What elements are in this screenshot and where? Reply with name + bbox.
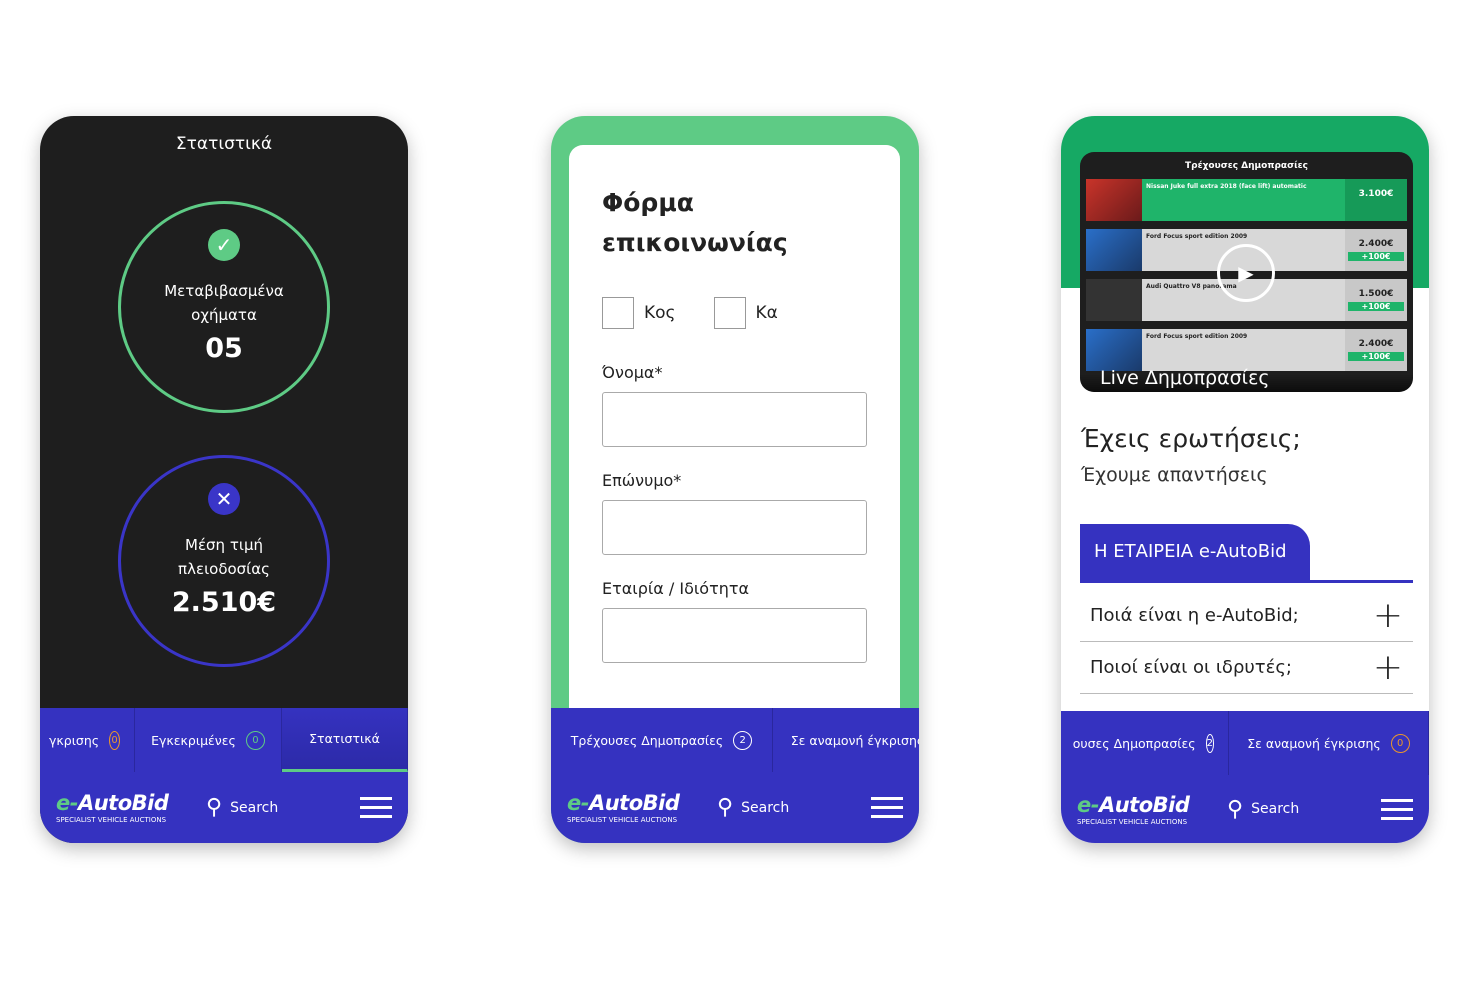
- tab-label: Στατιστικά: [309, 731, 380, 746]
- hamburger-menu-icon[interactable]: [871, 797, 903, 818]
- plus-icon[interactable]: +: [1373, 595, 1403, 636]
- listing-row: Ford Focus sport edition 2009 2.400€ +100€: [1086, 329, 1407, 371]
- tab-approved[interactable]: Εγκεκριμένες 0: [135, 708, 282, 772]
- faq-item[interactable]: Ποιοί είναι οι ιδρυτές; +: [1080, 642, 1413, 694]
- first-name-label: Όνομα*: [602, 363, 663, 382]
- video-caption: Live Δημοπρασίες: [1100, 367, 1270, 389]
- last-name-label: Επώνυμο*: [602, 471, 682, 490]
- tab-label: Σε αναμονή έγκρισης: [790, 732, 919, 748]
- tab-label: ουσες Δημοπρασίες: [1072, 735, 1196, 751]
- live-auctions-video[interactable]: Τρέχουσες Δημοπρασίες Nissan Juke full e…: [1080, 152, 1413, 392]
- tab-label: Τρέχουσες Δημοπρασίες: [570, 732, 724, 748]
- faq-category-tab[interactable]: Η ΕΤΑΙΡΕΙΑ e-AutoBid: [1080, 524, 1310, 581]
- search-button[interactable]: ⚲ Search: [1227, 797, 1381, 822]
- tab-current-auctions[interactable]: Τρέχουσες Δημοπρασίες 2: [551, 708, 773, 772]
- average-bid-value: 2.510€: [171, 587, 277, 618]
- logo[interactable]: e-AutoBid SPECIALIST VEHICLE AUCTIONS: [1077, 793, 1227, 826]
- logo[interactable]: e-AutoBid SPECIALIST VEHICLE AUCTIONS: [56, 791, 206, 824]
- transferred-label: Μεταβιβασμένα οχήματα: [164, 282, 284, 324]
- footer-bar: e-AutoBid SPECIALIST VEHICLE AUCTIONS ⚲ Se…: [40, 772, 408, 843]
- tab-bar: γκρισης 0 Εγκεκριμένες 0 Στατιστικά: [40, 708, 408, 772]
- count-badge: 0: [1390, 733, 1410, 753]
- checkbox-mr[interactable]: Κος: [602, 297, 676, 329]
- search-label: Search: [1251, 801, 1300, 817]
- form-title: Φόρμα επικοινωνίας: [602, 188, 788, 257]
- listing-row: Nissan Juke full extra 2018 (face lift) …: [1086, 179, 1407, 221]
- search-label: Search: [230, 799, 279, 816]
- tab-current-auctions[interactable]: ουσες Δημοπρασίες 2: [1061, 711, 1229, 775]
- company-input[interactable]: [602, 608, 867, 663]
- contact-form: Φόρμα επικοινωνίας Κος Κα Όνομα* Επώνυμο…: [569, 145, 900, 745]
- count-badge: 2: [1205, 733, 1214, 753]
- tab-label: Σε αναμονή έγκρισης: [1247, 735, 1381, 751]
- tab-label: γκρισης: [49, 732, 100, 748]
- check-icon: ✓: [208, 229, 240, 261]
- tab-statistics[interactable]: Στατιστικά: [282, 708, 408, 772]
- faq-heading: Έχεις ερωτήσεις;: [1081, 424, 1301, 453]
- search-icon: ⚲: [1227, 796, 1244, 822]
- count-badge: 0: [245, 730, 265, 750]
- hamburger-menu-icon[interactable]: [1381, 798, 1413, 820]
- count-badge: 2: [733, 730, 753, 750]
- search-label: Search: [741, 799, 790, 816]
- video-title: Τρέχουσες Δημοπρασίες: [1185, 161, 1308, 171]
- stats-title: Στατιστικά: [175, 134, 273, 154]
- last-name-input[interactable]: [602, 500, 867, 555]
- search-button[interactable]: ⚲ Search: [717, 795, 871, 820]
- transferred-vehicles-stat: ✓ Μεταβιβασμένα οχήματα 05: [118, 201, 330, 413]
- count-badge: 0: [109, 730, 120, 750]
- faq-subheading: Έχουμε απαντήσεις: [1081, 464, 1268, 486]
- tab-label: Εγκεκριμένες: [151, 732, 236, 748]
- first-name-input[interactable]: [602, 392, 867, 447]
- tab-pending-approval[interactable]: Σε αναμονή έγκρισης: [773, 708, 919, 772]
- contact-form-screen: Φόρμα επικοινωνίας Κος Κα Όνομα* Επώνυμο…: [551, 116, 919, 843]
- hamburger-menu-icon[interactable]: [360, 797, 392, 818]
- checkbox-ms[interactable]: Κα: [713, 297, 778, 329]
- transferred-value: 05: [205, 333, 243, 364]
- average-bid-label: Μέση τιμή πλειοδοσίας: [178, 536, 270, 578]
- footer-bar: e-AutoBid SPECIALIST VEHICLE AUCTIONS ⚲ Se…: [551, 772, 919, 843]
- faq-item[interactable]: Ποιά είναι η e-AutoBid; +: [1080, 590, 1413, 642]
- footer-bar: e-AutoBid SPECIALIST VEHICLE AUCTIONS ⚲ Se…: [1061, 775, 1429, 843]
- play-icon[interactable]: ▶: [1217, 244, 1275, 302]
- tab-bar: ουσες Δημοπρασίες 2 Σε αναμονή έγκρισης 0: [1061, 711, 1429, 775]
- tab-pending[interactable]: γκρισης 0: [40, 708, 135, 772]
- plus-icon[interactable]: +: [1373, 647, 1403, 688]
- company-label: Εταιρία / Ιδιότητα: [602, 579, 750, 598]
- tab-pending-approval[interactable]: Σε αναμονή έγκρισης 0: [1229, 711, 1429, 775]
- search-icon: ⚲: [717, 795, 734, 820]
- gavel-icon: ✕: [208, 483, 240, 515]
- stats-screen: Στατιστικά ✓ Μεταβιβασμένα οχήματα 05 ✕ …: [40, 116, 408, 843]
- question-text: Ποιοί είναι οι ιδρυτές;: [1090, 657, 1292, 678]
- faq-screen: Τρέχουσες Δημοπρασίες Nissan Juke full e…: [1061, 116, 1429, 843]
- average-bid-stat: ✕ Μέση τιμή πλειοδοσίας 2.510€: [118, 455, 330, 667]
- question-text: Ποιά είναι η e-AutoBid;: [1090, 605, 1299, 626]
- search-icon: ⚲: [206, 795, 223, 820]
- logo[interactable]: e-AutoBid SPECIALIST VEHICLE AUCTIONS: [567, 791, 717, 824]
- tab-bar: Τρέχουσες Δημοπρασίες 2 Σε αναμονή έγκρισ…: [551, 708, 919, 772]
- search-button[interactable]: ⚲ Search: [206, 795, 360, 820]
